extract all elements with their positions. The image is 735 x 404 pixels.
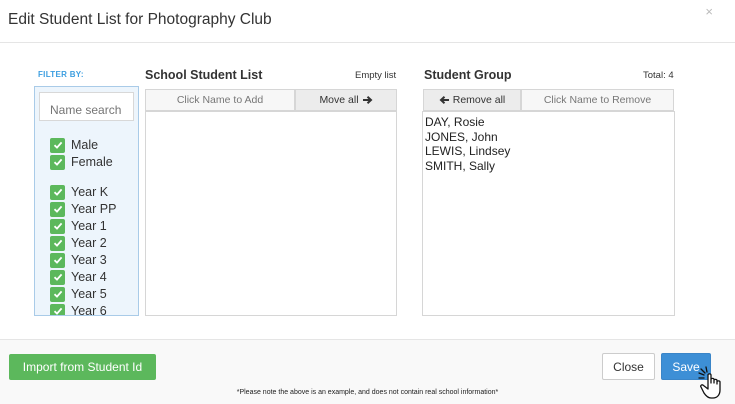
student-group-item[interactable]: LEWIS, Lindsey — [423, 144, 510, 159]
student-group-item[interactable]: JONES, John — [423, 130, 510, 145]
filter-checkbox-label: Year 6 — [71, 304, 107, 316]
filter-checkbox[interactable]: Year 6 — [50, 303, 107, 316]
group-total: Total: 4 — [643, 70, 674, 81]
filter-panel: Male Female Year K Year PP Year 1 Year 2 Year … — [34, 86, 139, 316]
student-group-item[interactable]: SMITH, Sally — [423, 159, 510, 174]
checkbox-checked-icon[interactable] — [50, 137, 65, 153]
filter-checkbox-label: Year 4 — [71, 270, 107, 284]
filter-checkbox[interactable]: Year K — [50, 184, 108, 200]
filter-checkbox-label: Female — [71, 155, 113, 169]
school-list-status: Empty list — [355, 70, 397, 81]
student-group-title: Student Group — [424, 68, 512, 82]
filter-checkbox[interactable]: Year 1 — [50, 218, 107, 234]
move-all-label: Move all — [319, 94, 359, 106]
filter-checkbox-label: Year 1 — [71, 219, 107, 233]
school-student-list[interactable] — [145, 111, 397, 316]
close-icon[interactable]: × — [705, 4, 713, 19]
remove-all-button[interactable]: Remove all — [423, 89, 521, 111]
click-name-to-remove-hint: Click Name to Remove — [521, 89, 674, 111]
close-button[interactable]: Close — [602, 353, 655, 380]
import-from-student-id-button[interactable]: Import from Student Id — [9, 354, 156, 380]
checkbox-checked-icon[interactable] — [50, 235, 65, 251]
hand-pointer-icon — [698, 366, 721, 399]
student-group-item[interactable]: DAY, Rosie — [423, 115, 510, 130]
school-list-buttons: Click Name to Add Move all — [145, 89, 397, 111]
arrow-right-icon — [362, 96, 373, 104]
checkbox-checked-icon[interactable] — [50, 201, 65, 217]
remove-all-label: Remove all — [452, 94, 506, 106]
checkbox-checked-icon[interactable] — [50, 154, 65, 170]
filter-label: FILTER BY: — [38, 70, 84, 79]
group-buttons: Remove all Click Name to Remove — [423, 89, 674, 111]
arrow-left-icon — [439, 96, 449, 104]
filter-checkbox[interactable]: Year 3 — [50, 252, 107, 268]
modal-title: Edit Student List for Photography Club — [8, 11, 272, 28]
modal-header: Edit Student List for Photography Club × — [0, 0, 735, 43]
student-group-list: DAY, Rosie JONES, John LEWIS, Lindsey SMITH… — [422, 111, 675, 316]
name-search-input[interactable] — [39, 92, 134, 121]
click-name-to-add-hint: Click Name to Add — [145, 89, 295, 111]
school-list-title: School Student List — [145, 68, 263, 82]
filter-checkbox-label: Year 2 — [71, 236, 107, 250]
filter-checkbox-label: Year PP — [71, 202, 117, 216]
checkbox-checked-icon[interactable] — [50, 184, 65, 200]
filter-checkbox-label: Year 3 — [71, 253, 107, 267]
checkbox-checked-icon[interactable] — [50, 303, 65, 315]
checkbox-checked-icon[interactable] — [50, 218, 65, 234]
filter-checkbox[interactable]: Year 2 — [50, 235, 107, 251]
filter-checkbox-label: Year K — [71, 185, 109, 199]
move-all-button[interactable]: Move all — [295, 89, 397, 111]
disclaimer-note: *Please note the above is an example, an… — [236, 389, 499, 396]
filter-checkbox[interactable]: Male — [50, 137, 98, 153]
filter-checkbox[interactable]: Year 5 — [50, 286, 107, 302]
filter-checkbox[interactable]: Female — [50, 154, 113, 170]
filter-checkbox-label: Male — [71, 138, 99, 152]
checkbox-checked-icon[interactable] — [50, 252, 65, 268]
filter-checkbox[interactable]: Year 4 — [50, 269, 107, 285]
filter-checkbox-label: Year 5 — [71, 287, 107, 301]
checkbox-checked-icon[interactable] — [50, 269, 65, 285]
filter-checkbox[interactable]: Year PP — [50, 201, 116, 217]
checkbox-checked-icon[interactable] — [50, 286, 65, 302]
